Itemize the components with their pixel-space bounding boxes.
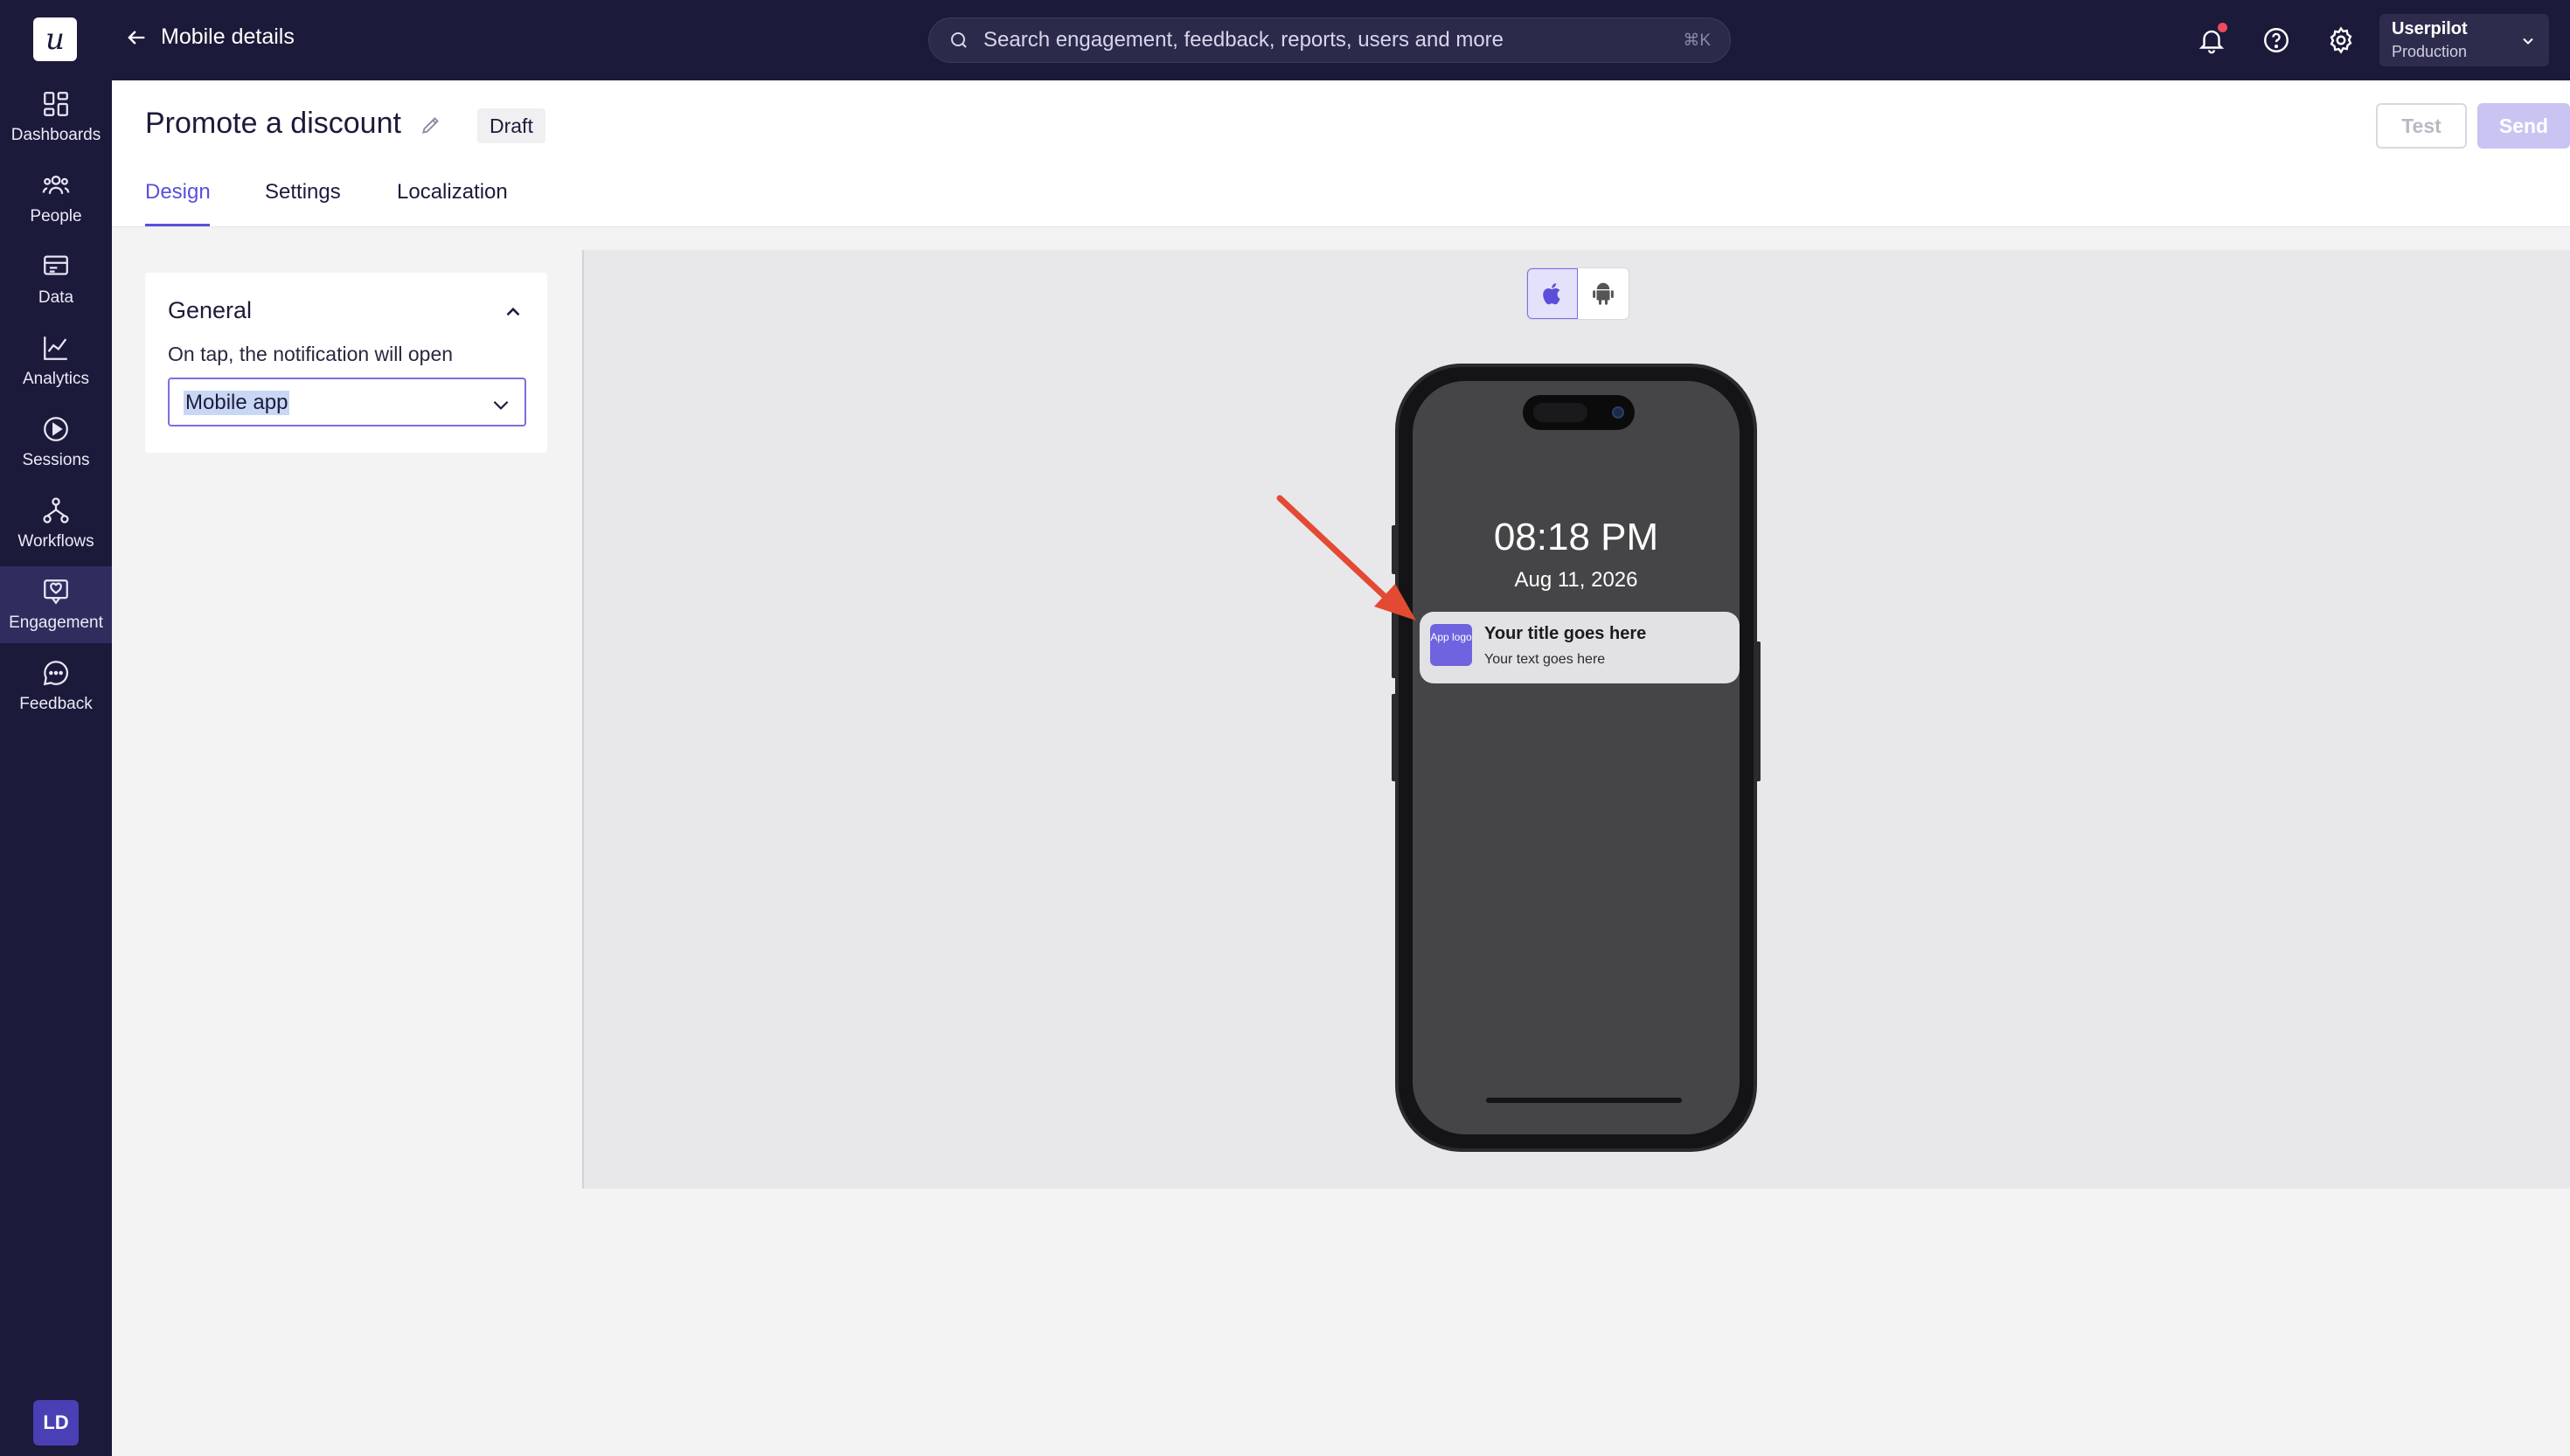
sidebar-item-label: Data xyxy=(38,288,74,307)
preview-canvas: 08:18 PM Aug 11, 2026 App logo Your titl… xyxy=(582,250,2570,1189)
apple-icon xyxy=(1543,283,1560,305)
user-avatar[interactable]: LD xyxy=(33,1400,79,1446)
engagement-icon xyxy=(44,579,68,605)
back-label: Mobile details xyxy=(161,24,295,49)
sidebar-item-workflows[interactable]: Workflows xyxy=(0,485,112,562)
search-shortcut: ⌘K xyxy=(1683,31,1711,50)
phone-lock-screen: 08:18 PM Aug 11, 2026 App logo Your titl… xyxy=(1413,381,1740,1134)
sidebar-item-dashboards[interactable]: Dashboards xyxy=(0,79,112,156)
feedback-icon xyxy=(43,661,69,686)
arrow-left-icon xyxy=(128,30,145,45)
notification-title: Your title goes here xyxy=(1484,624,1647,643)
annotation-arrow xyxy=(1276,495,1416,621)
sidebar-item-label: Analytics xyxy=(22,370,90,388)
workspace-environment: Production xyxy=(2392,43,2468,60)
app-logo: App logo xyxy=(1430,624,1472,666)
userpilot-logo[interactable]: u xyxy=(33,17,77,61)
dynamic-island xyxy=(1523,395,1635,430)
on-tap-select[interactable]: Mobile app xyxy=(168,378,526,426)
chevron-up-icon[interactable] xyxy=(502,301,524,323)
sidebar-item-label: People xyxy=(30,207,82,225)
sidebar-item-label: Dashboards xyxy=(10,126,101,144)
search-placeholder: Search engagement, feedback, reports, us… xyxy=(983,28,1504,52)
people-icon xyxy=(42,175,70,195)
workspace-switcher[interactable]: Userpilot Production xyxy=(2379,14,2549,66)
island-sensor xyxy=(1533,403,1587,422)
sidebar-item-label: Engagement xyxy=(9,614,103,632)
sidebar-item-people[interactable]: People xyxy=(0,160,112,237)
status-badge: Draft xyxy=(477,108,545,143)
notifications-button[interactable] xyxy=(2194,23,2229,58)
send-button[interactable]: Send xyxy=(2477,103,2570,149)
left-sidebar: u Dashboards People Data Analytics Sessi… xyxy=(0,0,112,1456)
os-toggle xyxy=(1526,267,1629,320)
sidebar-item-analytics[interactable]: Analytics xyxy=(0,322,112,399)
dashboards-icon xyxy=(44,92,68,116)
phone-mockup: 08:18 PM Aug 11, 2026 App logo Your titl… xyxy=(1395,364,1757,1152)
android-toggle-button[interactable] xyxy=(1578,268,1629,319)
page-title: Promote a discount xyxy=(145,107,401,140)
active-tab-indicator xyxy=(145,224,210,226)
tab-settings[interactable]: Settings xyxy=(265,180,341,205)
gear-icon xyxy=(2330,26,2352,54)
ios-toggle-button[interactable] xyxy=(1527,268,1579,319)
sidebar-item-engagement[interactable]: Engagement xyxy=(0,566,112,643)
panel-title: General xyxy=(168,297,253,323)
tab-localization[interactable]: Localization xyxy=(397,180,508,205)
workflows-icon xyxy=(43,497,69,523)
analytics-icon xyxy=(44,336,67,360)
select-value: Mobile app xyxy=(184,391,290,415)
sessions-icon xyxy=(44,417,68,441)
lock-screen-time: 08:18 PM xyxy=(1493,516,1659,558)
help-button[interactable] xyxy=(2259,23,2294,58)
sidebar-item-feedback[interactable]: Feedback xyxy=(0,648,112,725)
lock-screen-date: Aug 11, 2026 xyxy=(1514,568,1638,592)
home-indicator xyxy=(1486,1098,1682,1103)
global-search-input[interactable]: Search engagement, feedback, reports, us… xyxy=(928,17,1731,63)
top-bar: Mobile details Search engagement, feedba… xyxy=(112,0,2570,80)
help-icon xyxy=(2264,28,2289,52)
chevron-down-icon xyxy=(2523,38,2533,45)
data-icon xyxy=(44,255,68,275)
android-icon xyxy=(1593,282,1614,305)
notification-text: Your text goes here xyxy=(1484,652,1606,667)
push-notification-preview: App logo Your title goes here Your text … xyxy=(1420,612,1740,683)
sidebar-item-label: Workflows xyxy=(17,532,94,551)
chevron-down-icon xyxy=(493,400,509,410)
content-header: Promote a discount Draft Test Send ••• D… xyxy=(112,80,2570,227)
search-icon xyxy=(951,32,967,48)
general-panel: General On tap, the notification will op… xyxy=(145,273,547,453)
sidebar-item-label: Sessions xyxy=(22,451,90,469)
on-tap-label: On tap, the notification will open xyxy=(168,343,454,365)
pencil-icon[interactable] xyxy=(420,114,442,136)
notification-dot xyxy=(2218,23,2227,32)
workspace-name: Userpilot xyxy=(2392,19,2468,38)
camera-lens xyxy=(1612,406,1624,419)
sidebar-item-data[interactable]: Data xyxy=(0,241,112,318)
settings-button[interactable] xyxy=(2323,23,2358,58)
back-link[interactable]: Mobile details xyxy=(124,24,295,50)
sidebar-item-label: Feedback xyxy=(19,695,93,713)
tab-design[interactable]: Design xyxy=(145,180,211,205)
test-button[interactable]: Test xyxy=(2376,103,2467,149)
sidebar-item-sessions[interactable]: Sessions xyxy=(0,404,112,481)
